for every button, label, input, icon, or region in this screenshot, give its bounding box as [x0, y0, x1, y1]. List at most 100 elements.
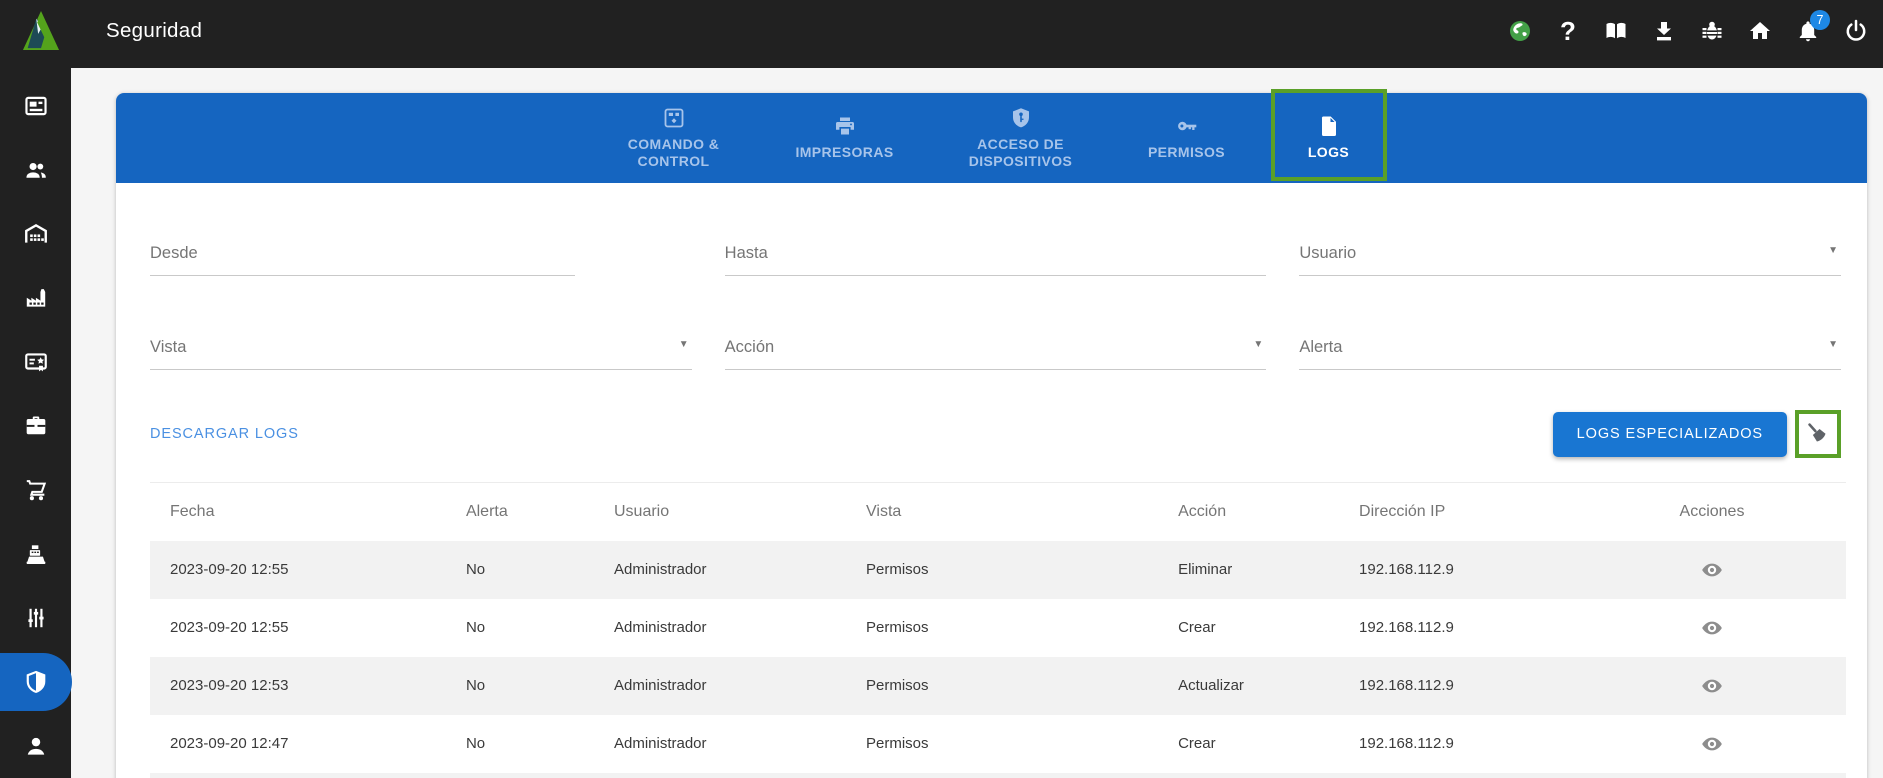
- cell-alerta: No: [465, 619, 486, 636]
- manual-book-icon: [1606, 22, 1626, 39]
- tab-impresoras[interactable]: IMPRESORAS: [770, 93, 920, 183]
- sidebar-item-jobs[interactable]: [0, 394, 71, 458]
- sidebar-item-settings[interactable]: [0, 586, 71, 650]
- cell-vista: Permisos: [866, 619, 929, 636]
- tab-label: LOGS: [1307, 144, 1350, 161]
- key-icon: [1177, 122, 1196, 131]
- download-logs-link[interactable]: DESCARGAR LOGS: [150, 426, 299, 442]
- table-row: 2023-09-20 12:55 No Administrador Permis…: [150, 540, 1846, 599]
- shield-icon: [26, 670, 45, 694]
- tab-permisos[interactable]: PERMISOS: [1122, 93, 1252, 183]
- cell-usuario: Administrador: [613, 735, 707, 752]
- column-header-direccion-ip: Dirección IP: [1359, 502, 1446, 520]
- sidebar-item-news[interactable]: [0, 74, 71, 138]
- home-icon: [1750, 22, 1770, 39]
- logout-button[interactable]: [1844, 19, 1868, 43]
- sidebar-item-register[interactable]: [0, 522, 71, 586]
- table-row-partial: [150, 772, 1846, 778]
- tab-acceso-dispositivos[interactable]: ACCESO DE DISPOSITIVOS: [941, 93, 1101, 183]
- tab-label: IMPRESORAS: [795, 144, 894, 161]
- cell-usuario: Administrador: [613, 561, 707, 578]
- topbar-icons: ? 7: [1508, 10, 1868, 43]
- bug-report-button[interactable]: [1700, 19, 1724, 43]
- cell-accion: Eliminar: [1178, 561, 1233, 578]
- sidenav: [0, 68, 72, 778]
- cell-vista: Permisos: [866, 677, 929, 694]
- language-button[interactable]: [1508, 19, 1532, 43]
- cell-fecha: 2023-09-20 12:53: [170, 677, 289, 694]
- cell-usuario: Administrador: [613, 677, 707, 694]
- screen: Seguridad ? 7 COMANDO & CONTROL IMPRESOR…: [0, 0, 1883, 778]
- cell-alerta: No: [465, 561, 486, 578]
- filter-label: Hasta: [724, 244, 768, 262]
- sidebar-item-certificates[interactable]: [0, 330, 71, 394]
- notifications-button[interactable]: 7: [1796, 10, 1830, 43]
- help-icon: ?: [1560, 19, 1576, 43]
- view-log-button[interactable]: [1696, 614, 1728, 642]
- filter-hasta[interactable]: Hasta: [724, 243, 1267, 276]
- home-button[interactable]: [1748, 19, 1772, 43]
- filter-label: Alerta: [1299, 338, 1343, 356]
- table-row: 2023-09-20 12:53 No Administrador Permis…: [150, 656, 1846, 715]
- svg-text:?: ?: [1560, 19, 1576, 43]
- eye-icon: [1702, 621, 1722, 634]
- cell-accion: Actualizar: [1178, 677, 1244, 694]
- cell-accion: Crear: [1178, 735, 1216, 752]
- topbar: Seguridad ? 7: [0, 0, 1883, 68]
- manual-button[interactable]: [1604, 19, 1628, 43]
- filter-accion[interactable]: Acción ▼: [724, 337, 1267, 370]
- cell-fecha: 2023-09-20 12:55: [170, 561, 289, 578]
- document-icon: [1321, 116, 1336, 137]
- broom-icon[interactable]: [1803, 419, 1833, 449]
- tab-comando-control[interactable]: COMANDO & CONTROL: [599, 93, 749, 183]
- sidebar-item-shopping[interactable]: [0, 458, 71, 522]
- filters: Desde Hasta Usuario ▼ Vista ▼ Acción ▼ A…: [150, 243, 1841, 370]
- column-header-alerta: Alerta: [465, 502, 508, 520]
- chevron-down-icon: ▼: [1828, 339, 1838, 350]
- cart-icon: [26, 480, 46, 501]
- specialized-logs-button[interactable]: LOGS ESPECIALIZADOS: [1552, 411, 1787, 457]
- column-header-acciones: Acciones: [1679, 502, 1745, 520]
- cell-alerta: No: [465, 735, 486, 752]
- view-log-button[interactable]: [1696, 556, 1728, 584]
- eye-icon: [1702, 737, 1722, 750]
- cash-register-icon: [26, 545, 45, 564]
- sidebar-item-warehouse[interactable]: [0, 202, 71, 266]
- help-button[interactable]: ?: [1556, 19, 1580, 43]
- command-control-icon: [664, 108, 683, 128]
- tab-logs[interactable]: LOGS: [1270, 89, 1387, 183]
- sidebar-item-factory[interactable]: [0, 266, 71, 330]
- tune-icon: [27, 608, 44, 628]
- briefcase-icon: [26, 416, 45, 435]
- filter-vista[interactable]: Vista ▼: [150, 337, 692, 370]
- page-title: Seguridad: [106, 19, 203, 42]
- view-log-button[interactable]: [1696, 672, 1728, 700]
- filter-usuario[interactable]: Usuario ▼: [1299, 243, 1841, 276]
- filter-desde[interactable]: Desde: [150, 243, 576, 276]
- download-button[interactable]: [1652, 19, 1676, 43]
- column-header-accion: Acción: [1178, 502, 1227, 520]
- device-access-shield-key-icon: [1012, 108, 1029, 128]
- cell-alerta: No: [465, 677, 486, 694]
- sidebar-item-users[interactable]: [0, 138, 71, 202]
- cell-ip: 192.168.112.9: [1359, 619, 1454, 636]
- certificate-icon: [24, 353, 47, 372]
- cell-vista: Permisos: [866, 561, 929, 578]
- factory-icon: [26, 289, 45, 307]
- sidebar-item-security[interactable]: [0, 650, 72, 714]
- table-header-row: Fecha Alerta Usuario Vista Acción Direcc…: [150, 483, 1846, 541]
- chevron-down-icon: ▼: [1828, 245, 1838, 256]
- table-row: 2023-09-20 12:47 No Administrador Permis…: [150, 715, 1846, 773]
- filter-label: Usuario: [1299, 244, 1357, 262]
- view-log-button[interactable]: [1696, 730, 1728, 758]
- filter-alerta[interactable]: Alerta ▼: [1299, 337, 1841, 370]
- globe-icon: [1510, 21, 1530, 41]
- filter-label: Vista: [150, 338, 187, 356]
- eye-icon: [1702, 679, 1722, 692]
- logs-table-section: Fecha Alerta Usuario Vista Acción Direcc…: [150, 482, 1846, 778]
- cell-ip: 192.168.112.9: [1359, 735, 1454, 752]
- chevron-down-icon: ▼: [678, 339, 689, 350]
- sidebar-item-profile[interactable]: [0, 714, 71, 778]
- column-header-usuario: Usuario: [613, 502, 670, 520]
- filter-label: Acción: [724, 338, 775, 356]
